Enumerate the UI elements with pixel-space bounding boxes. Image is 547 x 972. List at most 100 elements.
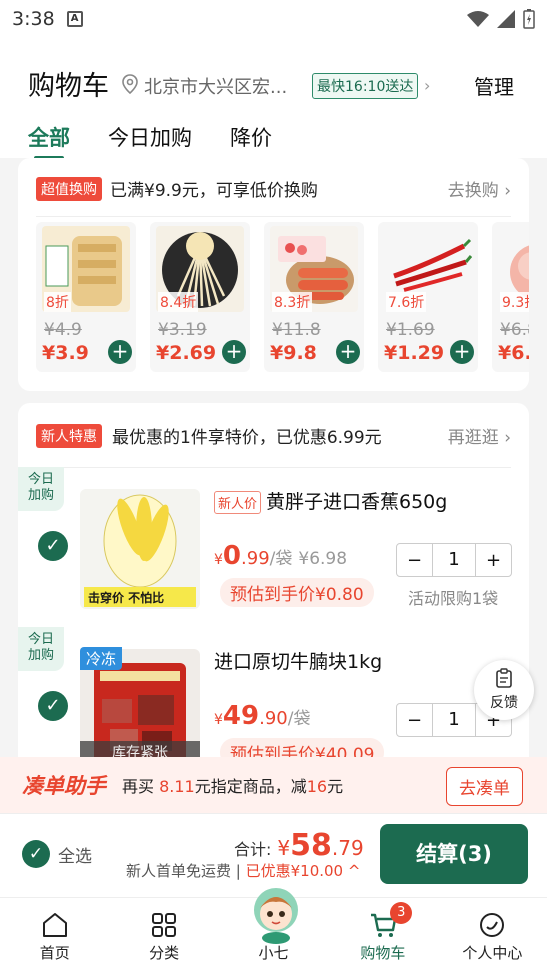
helper-prefix: 再买: [122, 777, 155, 796]
shipping-info: 新人首单免运费 | 已优惠¥10.00 ^: [126, 862, 361, 880]
add-to-cart-button[interactable]: +: [336, 340, 360, 364]
newcomer-price-badge: 新人价: [214, 491, 262, 514]
newcomer-text: 最优惠的1件享特价，已优惠6.99元: [112, 428, 382, 448]
discount-label: 8.3折: [272, 292, 313, 312]
tab-all[interactable]: 全部: [28, 122, 70, 160]
exchange-product[interactable]: 9.3折 ¥6.8 ¥6.: [492, 222, 529, 372]
banana-image[interactable]: 击穿价 不怕比: [80, 489, 200, 609]
divider: [36, 216, 511, 217]
tab-price-drop[interactable]: 降价: [230, 122, 272, 160]
avatar-icon[interactable]: [248, 886, 304, 944]
cart-count-badge: 3: [390, 902, 413, 924]
nav-label: 首页: [39, 944, 70, 962]
add-to-cart-button[interactable]: +: [450, 340, 474, 364]
discount-label: 8折: [44, 292, 71, 312]
exchange-promo-row: 超值换购 已满¥9.9元，可享低价换购 去换购 ›: [36, 176, 511, 201]
nav-label: 分类: [149, 944, 180, 962]
add-to-cart-button[interactable]: +: [108, 340, 132, 364]
profile-icon: [480, 913, 505, 937]
feedback-label: 反馈: [490, 695, 518, 711]
exchange-price: ¥3.9: [42, 342, 89, 364]
free-shipping-text: 新人首单免运费: [126, 862, 232, 880]
price-decimal: .90: [259, 708, 288, 729]
notification-icon: A: [66, 11, 83, 27]
exchange-product[interactable]: 8折 ¥4.9 ¥3.9 +: [36, 222, 136, 372]
image-caption: 击穿价 不怕比: [88, 590, 164, 605]
nav-category[interactable]: 分类: [109, 898, 218, 972]
saved-amount[interactable]: 已优惠¥10.00 ^: [246, 862, 361, 880]
newcomer-tag: 新人特惠: [36, 423, 102, 448]
exchange-price: ¥2.69: [156, 342, 217, 364]
nav-cart[interactable]: 3 购物车: [328, 898, 437, 972]
feedback-button[interactable]: 反馈: [474, 660, 534, 720]
today-tag-line2: 加购: [27, 488, 54, 503]
item-price: ¥0.99/袋 ¥6.98: [214, 541, 348, 571]
select-all-checkbox[interactable]: ✓: [22, 840, 50, 868]
exchange-product[interactable]: 8.4折 ¥3.19 ¥2.69 +: [150, 222, 250, 372]
status-icons: [467, 9, 535, 29]
original-price: ¥1.69: [386, 320, 435, 340]
status-bar: 3:38 A: [0, 0, 547, 38]
status-time: 3:38: [12, 8, 55, 30]
discount-label: 9.3折: [500, 292, 529, 312]
shop-more-link[interactable]: 再逛逛 ›: [448, 423, 511, 448]
select-all[interactable]: ✓ 全选: [22, 840, 92, 868]
helper-text: 再买 8.11元指定商品，减16元: [122, 773, 343, 797]
page-title: 购物车: [28, 71, 109, 102]
order-helper-bar: 凑单助手 再买 8.11元指定商品，减16元 去凑单: [0, 757, 547, 813]
quantity-value[interactable]: 1: [432, 704, 476, 736]
exchange-product[interactable]: 8.3折 ¥11.8 ¥9.8 +: [264, 222, 364, 372]
exchange-price: ¥1.29: [384, 342, 445, 364]
cart-items-card: 新人特惠 最优惠的1件享特价，已优惠6.99元 再逛逛 › 今日 加购 ✓ 击穿价…: [18, 403, 529, 763]
price-integer: 49: [222, 701, 260, 731]
go-exchange-link[interactable]: 去换购 ›: [448, 176, 511, 201]
add-on-button[interactable]: 去凑单: [446, 767, 523, 806]
delivery-time-badge[interactable]: 最快16:10送达: [312, 73, 419, 99]
checkout-button[interactable]: 结算(3): [380, 824, 528, 884]
today-added-tag: 今日 加购: [18, 467, 64, 511]
nav-label: 小七: [258, 944, 289, 962]
delivery-address[interactable]: 北京市大兴区宏...: [144, 73, 300, 99]
price-unit: /袋: [269, 549, 293, 569]
item-checkbox[interactable]: ✓: [38, 531, 68, 561]
exchange-card: 超值换购 已满¥9.9元，可享低价换购 去换购 › 8折 ¥4.9 ¥3.9 +…: [18, 158, 529, 391]
item-name[interactable]: 黄胖子进口香蕉650g: [266, 487, 447, 514]
today-tag-line2: 加购: [27, 648, 54, 663]
frozen-tag: 冷冻: [80, 647, 123, 670]
total-price: 合计: ¥58.79: [234, 828, 364, 863]
select-all-label: 全选: [58, 846, 92, 867]
cart-header: 购物车 北京市大兴区宏... 最快16:10送达 › 管理 全部 今日加购 降价: [0, 38, 547, 160]
quantity-value[interactable]: 1: [432, 544, 476, 576]
cart-tabs: 全部 今日加购 降价: [28, 122, 272, 160]
nav-home[interactable]: 首页: [0, 898, 109, 972]
manage-button[interactable]: 管理: [474, 71, 514, 100]
tab-today-added[interactable]: 今日加购: [108, 122, 192, 160]
cart-item: 今日 加购 ✓ 冷冻 库存紧张 进口原切牛腩块1kg ¥49.90/袋 预估到手价…: [18, 627, 529, 763]
decrease-button[interactable]: −: [397, 550, 432, 571]
item-name[interactable]: 进口原切牛腩块1kg: [214, 647, 382, 674]
increase-button[interactable]: +: [476, 550, 511, 571]
item-checkbox[interactable]: ✓: [38, 691, 68, 721]
today-tag-line1: 今日: [27, 632, 54, 647]
nav-profile[interactable]: 个人中心: [438, 898, 547, 972]
discount-label: 7.6折: [386, 292, 427, 312]
helper-amount: 8.11: [159, 777, 195, 796]
discount-label: 8.4折: [158, 292, 199, 312]
purchase-limit: 活动限购1袋: [408, 589, 499, 608]
newcomer-promo-row: 新人特惠 最优惠的1件享特价，已优惠6.99元 再逛逛 ›: [36, 423, 511, 448]
nav-label: 个人中心: [462, 944, 523, 962]
exchange-product[interactable]: 7.6折 ¥1.69 ¥1.29 +: [378, 222, 478, 372]
total-decimal: .79: [331, 836, 364, 860]
exchange-price: ¥9.8: [270, 342, 317, 364]
today-tag-line1: 今日: [27, 472, 54, 487]
exchange-price: ¥6.: [498, 342, 529, 364]
grid-icon: [152, 913, 177, 937]
add-to-cart-button[interactable]: +: [222, 340, 246, 364]
helper-mid: 元指定商品，减: [194, 777, 307, 796]
today-added-tag: 今日 加购: [18, 627, 64, 671]
total-integer: 58: [290, 828, 332, 863]
exchange-text: 已满¥9.9元，可享低价换购: [110, 181, 318, 201]
helper-suffix: 元: [327, 777, 344, 796]
decrease-button[interactable]: −: [397, 710, 432, 731]
currency-symbol: ¥: [277, 836, 291, 860]
